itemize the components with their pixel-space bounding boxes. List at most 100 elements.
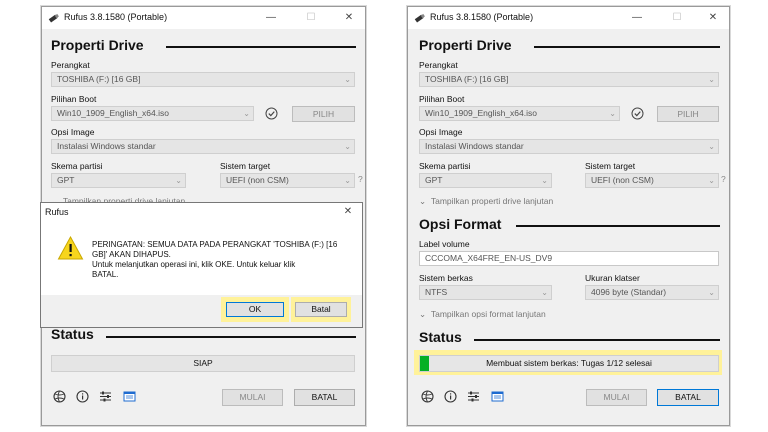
chevron-down-icon: ⌄ (708, 75, 715, 84)
section-divider (534, 46, 720, 48)
maximize-icon[interactable]: ☐ (668, 10, 686, 26)
chevron-down-icon: ⌄ (541, 288, 548, 297)
window-title: Rufus 3.8.1580 (Portable) (64, 12, 168, 22)
settings-sliders-icon[interactable] (467, 390, 480, 403)
image-option-label: Opsi Image (419, 127, 463, 137)
cluster-size-value: 4096 byte (Standar) (591, 287, 667, 297)
partition-scheme-dropdown[interactable]: GPT ⌄ (419, 173, 552, 188)
dialog-close-icon[interactable]: ✕ (339, 204, 357, 220)
chevron-down-icon: ⌄ (541, 176, 548, 185)
boot-selection-value: Win10_1909_English_x64.iso (57, 108, 169, 118)
partition-scheme-label: Skema partisi (51, 161, 103, 171)
drive-properties-heading: Properti Drive (419, 37, 512, 53)
maximize-icon[interactable]: ☐ (302, 10, 320, 26)
minimize-icon[interactable]: — (628, 10, 646, 26)
title-bar: Rufus 3.8.1580 (Portable) — ☐ ✕ (408, 7, 729, 29)
close-icon[interactable]: ✕ (340, 10, 358, 26)
image-option-dropdown[interactable]: Instalasi Windows standar ⌄ (419, 139, 719, 154)
chevron-down-icon: ⌄ (708, 176, 715, 185)
image-option-value: Instalasi Windows standar (57, 141, 156, 151)
status-bar: SIAP (51, 355, 355, 372)
boot-selection-dropdown[interactable]: Win10_1909_English_x64.iso ⌄ (51, 106, 254, 121)
check-icon[interactable] (265, 107, 278, 120)
warning-dialog: Rufus ✕ PERINGATAN: SEMUA DATA PADA PERA… (40, 202, 363, 328)
target-system-value: UEFI (non CSM) (226, 175, 289, 185)
chevron-down-icon: ⌄ (419, 196, 431, 206)
target-system-label: Sistem target (220, 161, 271, 171)
section-divider (516, 225, 720, 227)
chevron-down-icon: ⌄ (344, 142, 351, 151)
dialog-message-line1: PERINGATAN: SEMUA DATA PADA PERANGKAT 'T… (92, 240, 338, 249)
chevron-down-icon: ⌄ (708, 142, 715, 151)
select-button[interactable]: PILIH (657, 106, 719, 122)
image-option-label: Opsi Image (51, 127, 95, 137)
dialog-message-line3: Untuk melanjutkan operasi ini, klik OKE.… (92, 260, 296, 269)
device-dropdown[interactable]: TOSHIBA (F:) [16 GB] ⌄ (51, 72, 355, 87)
chevron-down-icon: ⌄ (243, 109, 250, 118)
cluster-size-dropdown[interactable]: 4096 byte (Standar) ⌄ (585, 285, 719, 300)
advanced-drive-label: Tampilkan properti drive lanjutan (430, 196, 554, 206)
chevron-down-icon: ⌄ (175, 176, 182, 185)
volume-label-label: Label volume (419, 239, 470, 249)
device-label: Perangkat (419, 60, 458, 70)
help-icon[interactable]: ? (721, 174, 726, 184)
dialog-footer: OK Batal (41, 295, 362, 327)
select-button[interactable]: PILIH (292, 106, 355, 122)
advanced-format-toggle[interactable]: ⌄ Tampilkan opsi format lanjutan (419, 309, 546, 320)
minimize-icon[interactable]: — (262, 10, 280, 26)
device-value: TOSHIBA (F:) [16 GB] (57, 74, 141, 84)
partition-scheme-dropdown[interactable]: GPT ⌄ (51, 173, 186, 188)
partition-scheme-value: GPT (57, 175, 75, 185)
advanced-drive-toggle[interactable]: ⌄ Tampilkan properti drive lanjutan (419, 196, 553, 207)
target-system-dropdown[interactable]: UEFI (non CSM) ⌄ (585, 173, 719, 188)
status-heading: Status (419, 329, 462, 345)
cancel-button[interactable]: BATAL (657, 389, 719, 406)
image-option-value: Instalasi Windows standar (425, 141, 524, 151)
info-icon[interactable] (444, 390, 457, 403)
start-button[interactable]: MULAI (586, 389, 647, 406)
title-bar: Rufus 3.8.1580 (Portable) — ☐ ✕ (42, 7, 365, 29)
file-system-label: Sistem berkas (419, 273, 473, 283)
start-button[interactable]: MULAI (222, 389, 283, 406)
target-system-dropdown[interactable]: UEFI (non CSM) ⌄ (220, 173, 355, 188)
globe-icon[interactable] (53, 390, 66, 403)
chevron-down-icon: ⌄ (609, 109, 616, 118)
volume-label-input[interactable]: CCCOMA_X64FRE_EN-US_DV9 (419, 251, 719, 266)
dialog-message-line4: BATAL. (92, 270, 119, 279)
chevron-down-icon: ⌄ (708, 288, 715, 297)
globe-icon[interactable] (421, 390, 434, 403)
dialog-cancel-button[interactable]: Batal (295, 302, 347, 317)
device-dropdown[interactable]: TOSHIBA (F:) [16 GB] ⌄ (419, 72, 719, 87)
image-option-dropdown[interactable]: Instalasi Windows standar ⌄ (51, 139, 355, 154)
info-icon[interactable] (76, 390, 89, 403)
boot-selection-dropdown[interactable]: Win10_1909_English_x64.iso ⌄ (419, 106, 620, 121)
device-label: Perangkat (51, 60, 90, 70)
section-divider (474, 339, 720, 341)
file-system-value: NTFS (425, 287, 448, 297)
chevron-down-icon: ⌄ (344, 176, 351, 185)
format-options-heading: Opsi Format (419, 216, 502, 232)
check-icon[interactable] (631, 107, 644, 120)
cancel-button[interactable]: BATAL (294, 389, 355, 406)
status-heading: Status (51, 326, 94, 342)
progress-bar: Membuat sistem berkas: Tugas 1/12 selesa… (419, 355, 719, 372)
cluster-size-label: Ukuran klatser (585, 273, 640, 283)
status-text: Membuat sistem berkas: Tugas 1/12 selesa… (486, 358, 652, 368)
target-system-value: UEFI (non CSM) (591, 175, 654, 185)
rufus-usb-icon (414, 13, 425, 23)
section-divider (106, 336, 356, 338)
settings-sliders-icon[interactable] (99, 390, 112, 403)
file-system-dropdown[interactable]: NTFS ⌄ (419, 285, 552, 300)
right-rufus-window: Rufus 3.8.1580 (Portable) — ☐ ✕ Properti… (407, 6, 730, 426)
close-icon[interactable]: ✕ (704, 10, 722, 26)
dialog-message-line2: GB]' AKAN DIHAPUS. (92, 250, 171, 259)
ok-button[interactable]: OK (226, 302, 284, 317)
log-icon[interactable] (491, 390, 504, 403)
help-icon[interactable]: ? (358, 174, 363, 184)
boot-selection-label: Pilihan Boot (51, 94, 97, 104)
log-icon[interactable] (123, 390, 136, 403)
window-title: Rufus 3.8.1580 (Portable) (430, 12, 534, 22)
advanced-format-label: Tampilkan opsi format lanjutan (430, 309, 546, 319)
target-system-label: Sistem target (585, 161, 636, 171)
chevron-down-icon: ⌄ (344, 75, 351, 84)
